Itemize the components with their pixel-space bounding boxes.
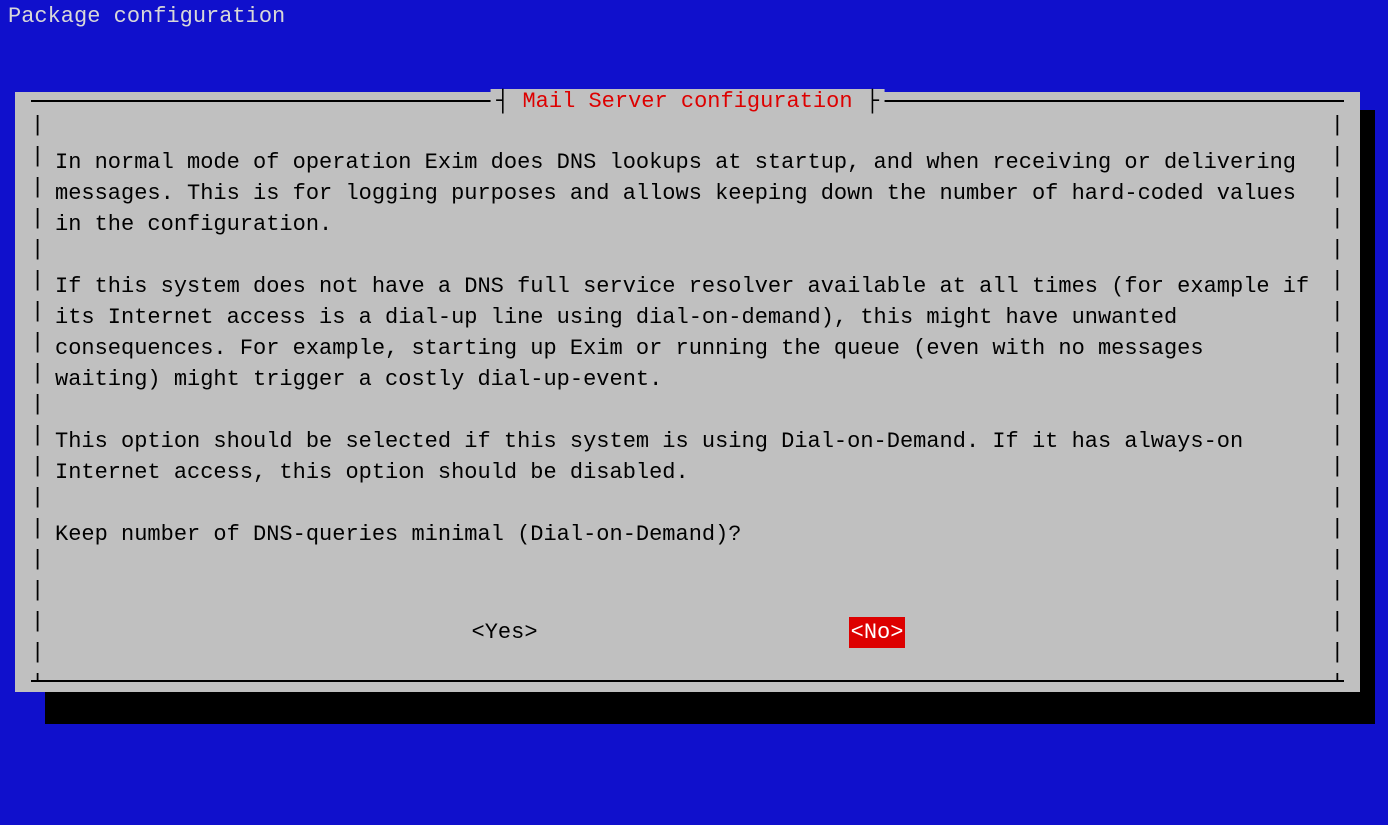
body-question: Keep number of DNS-queries minimal (Dial…	[55, 519, 1320, 550]
yes-button[interactable]: <Yes>	[470, 617, 540, 648]
border-bottom	[31, 680, 1344, 682]
body-paragraph: If this system does not have a DNS full …	[55, 271, 1320, 395]
dialog-body: In normal mode of operation Exim does DN…	[55, 147, 1320, 652]
body-paragraph: This option should be selected if this s…	[55, 426, 1320, 488]
body-paragraph: In normal mode of operation Exim does DN…	[55, 147, 1320, 240]
page-title: Package configuration	[0, 0, 1388, 33]
border-left	[31, 100, 45, 682]
button-row: <Yes> <No>	[55, 617, 1320, 648]
dialog-title: Mail Server configuration	[490, 89, 885, 114]
dialog: Mail Server configuration In normal mode…	[15, 92, 1360, 692]
border-right	[1330, 100, 1344, 682]
no-button[interactable]: <No>	[849, 617, 906, 648]
